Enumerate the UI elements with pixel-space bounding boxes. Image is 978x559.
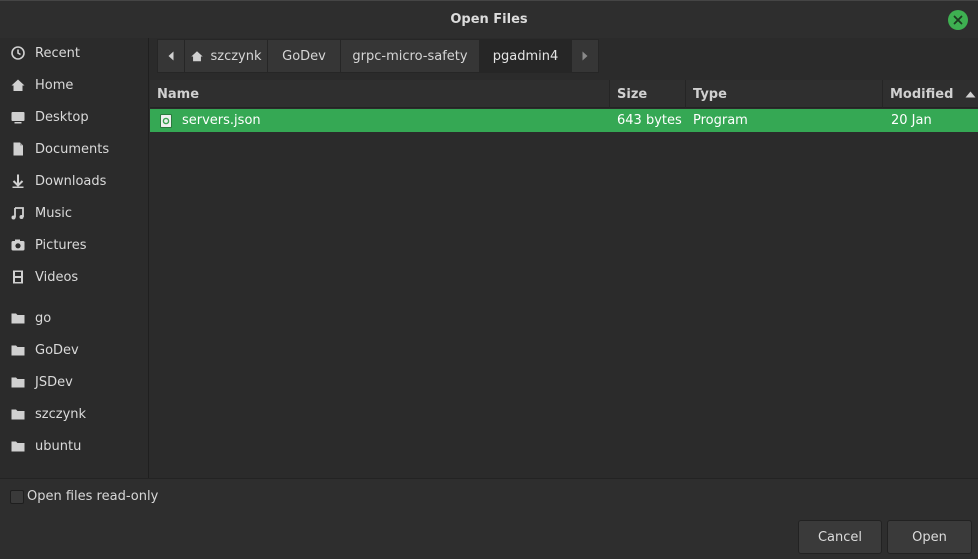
crumb-label: pgadmin4 — [492, 48, 559, 64]
file-row[interactable]: servers.json 643 bytes Program 20 Jan — [150, 109, 978, 132]
file-type: Program — [693, 113, 748, 128]
column-header-row: Name Size Type Modified — [150, 80, 978, 108]
sidebar-item-downloads[interactable]: Downloads — [0, 167, 149, 195]
recent-icon — [9, 44, 27, 62]
crumb-label: grpc-micro-safety — [352, 48, 468, 64]
column-size[interactable]: Size — [609, 80, 685, 108]
file-name: servers.json — [182, 113, 261, 128]
crumb-grpc-micro-safety[interactable]: grpc-micro-safety — [340, 39, 480, 73]
sidebar-item-jsdev[interactable]: JSDev — [0, 368, 149, 396]
sidebar-item-home[interactable]: Home — [0, 71, 149, 99]
sidebar-item-desktop[interactable]: Desktop — [0, 103, 149, 131]
close-icon — [953, 15, 963, 25]
sidebar-item-music[interactable]: Music — [0, 199, 149, 227]
sidebar-item-label: Videos — [35, 269, 79, 285]
column-name[interactable]: Name — [150, 80, 609, 108]
sidebar-item-recent[interactable]: Recent — [0, 39, 149, 67]
crumb-label: GoDev — [282, 48, 326, 64]
sidebar-item-label: szczynk — [35, 406, 87, 422]
title-bar: Open Files — [0, 0, 978, 38]
file-size: 643 bytes — [617, 113, 682, 128]
window-title: Open Files — [450, 12, 528, 27]
crumb-pgadmin4[interactable]: pgadmin4 — [479, 39, 572, 73]
sidebar-item-label: Home — [35, 77, 74, 93]
desktop-icon — [9, 108, 27, 126]
column-name-label: Name — [157, 86, 200, 102]
read-only-label: Open files read-only — [27, 489, 159, 504]
close-button[interactable] — [948, 10, 968, 30]
places-sidebar: Recent Home Desktop Documents Downloads … — [0, 38, 149, 478]
read-only-checkbox[interactable] — [10, 490, 24, 504]
file-modified: 20 Jan — [891, 113, 932, 128]
home-icon — [9, 76, 27, 94]
folder-icon — [9, 309, 27, 327]
sidebar-item-label: Downloads — [35, 173, 107, 189]
crumb-godev[interactable]: GoDev — [267, 39, 341, 73]
crumb-szczynk[interactable]: szczynk — [184, 39, 268, 73]
sidebar-item-documents[interactable]: Documents — [0, 135, 149, 163]
sidebar-item-label: go — [35, 310, 52, 326]
sidebar-item-ubuntu[interactable]: ubuntu — [0, 432, 149, 460]
sidebar-item-pictures[interactable]: Pictures — [0, 231, 149, 259]
cancel-button[interactable]: Cancel — [798, 520, 882, 554]
documents-icon — [9, 140, 27, 158]
folder-icon — [9, 341, 27, 359]
sidebar-item-label: Recent — [35, 45, 80, 61]
sidebar-item-label: Documents — [35, 141, 110, 157]
column-size-label: Size — [617, 86, 648, 102]
music-icon — [9, 204, 27, 222]
sidebar-item-go[interactable]: go — [0, 304, 149, 332]
home-icon — [191, 51, 204, 62]
column-type-label: Type — [693, 86, 727, 102]
path-bar: szczynk GoDev grpc-micro-safety pgadmin4 — [157, 39, 599, 73]
sidebar-item-szczynk[interactable]: szczynk — [0, 400, 149, 428]
dialog-footer: Open files read-only Cancel Open — [0, 478, 978, 559]
sidebar-item-label: GoDev — [35, 342, 79, 358]
column-modified-label: Modified — [890, 86, 954, 102]
sidebar-item-videos[interactable]: Videos — [0, 263, 149, 291]
downloads-icon — [9, 172, 27, 190]
path-forward-button[interactable] — [571, 39, 599, 73]
file-list: Name Size Type Modified servers.json 643… — [150, 80, 978, 478]
folder-icon — [9, 405, 27, 423]
sort-ascending-icon — [965, 91, 976, 97]
chevron-left-icon — [168, 51, 174, 61]
sidebar-item-label: ubuntu — [35, 438, 82, 454]
open-button[interactable]: Open — [887, 520, 972, 554]
file-program-icon — [160, 109, 180, 132]
sidebar-item-label: Music — [35, 205, 72, 221]
crumb-label: szczynk — [210, 48, 262, 64]
folder-icon — [9, 437, 27, 455]
folder-icon — [9, 373, 27, 391]
pictures-icon — [9, 236, 27, 254]
sidebar-item-label: Desktop — [35, 109, 89, 125]
column-modified[interactable]: Modified — [882, 80, 978, 108]
chevron-right-icon — [582, 51, 588, 61]
sidebar-item-godev[interactable]: GoDev — [0, 336, 149, 364]
path-back-button[interactable] — [157, 39, 185, 73]
column-type[interactable]: Type — [685, 80, 882, 108]
sidebar-item-label: JSDev — [35, 374, 73, 390]
sidebar-item-label: Pictures — [35, 237, 87, 253]
videos-icon — [9, 268, 27, 286]
